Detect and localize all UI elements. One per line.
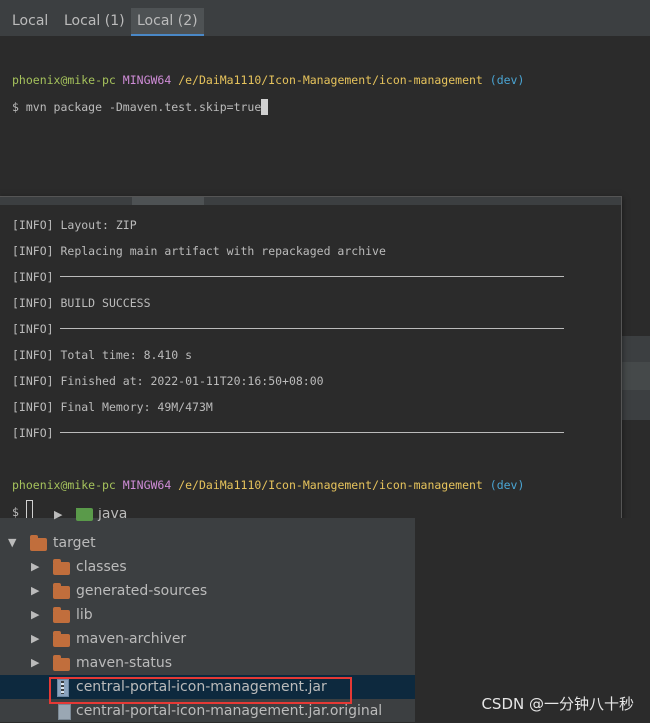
command-prefix: $ bbox=[12, 100, 26, 114]
chevron-right-icon[interactable]: ▶ bbox=[31, 603, 39, 627]
separator-rule bbox=[59, 432, 564, 433]
chevron-down-icon[interactable]: ▼ bbox=[8, 531, 16, 555]
folder-icon bbox=[53, 655, 70, 671]
output-line: [INFO] bbox=[12, 426, 564, 440]
prompt-user: phoenix@mike-pc bbox=[12, 73, 116, 87]
chevron-right-icon[interactable]: ▶ bbox=[31, 555, 39, 579]
terminal-top[interactable]: phoenix@mike-pc MINGW64 /e/DaiMa1110/Ico… bbox=[8, 36, 650, 196]
output-line: [INFO] bbox=[12, 270, 564, 284]
command-line[interactable]: $ mvn package -Dmaven.test.skip=true bbox=[12, 99, 269, 115]
command-text: mvn package -Dmaven.test.skip=true bbox=[25, 100, 262, 114]
text-cursor bbox=[261, 99, 269, 115]
chevron-right-icon[interactable]: ▶ bbox=[31, 579, 39, 603]
tree-item-generated-sources[interactable]: ▶ generated-sources bbox=[0, 579, 415, 603]
folder-icon bbox=[53, 607, 70, 623]
chevron-right-icon[interactable]: ▶ bbox=[31, 651, 39, 675]
overlay-tab-strip bbox=[0, 197, 621, 205]
background-panel-bar bbox=[621, 336, 650, 362]
terminal-tab-bar: Local Local (1) Local (2) bbox=[0, 0, 650, 37]
prompt-branch: (dev) bbox=[489, 73, 525, 87]
overlay-active-tab bbox=[132, 197, 204, 205]
output-line: [INFO] Total time: 8.410 s bbox=[12, 348, 193, 362]
tree-item-lib[interactable]: ▶ lib bbox=[0, 603, 415, 627]
folder-icon bbox=[53, 583, 70, 599]
tree-item-maven-archiver[interactable]: ▶ maven-archiver bbox=[0, 627, 415, 651]
folder-icon bbox=[76, 508, 93, 521]
editor-background bbox=[415, 518, 650, 722]
tab-local[interactable]: Local bbox=[6, 8, 54, 34]
tree-item-target[interactable]: ▼ target bbox=[0, 531, 415, 555]
file-icon bbox=[58, 704, 71, 720]
chevron-right-icon[interactable]: ▶ bbox=[54, 508, 62, 522]
folder-icon bbox=[30, 535, 47, 551]
output-line: [INFO] Finished at: 2022-01-11T20:16:50+… bbox=[12, 374, 324, 388]
background-panel-bar bbox=[621, 390, 650, 420]
background-panel bbox=[621, 420, 650, 518]
tab-local-2[interactable]: Local (2) bbox=[131, 8, 204, 36]
prompt-path: /e/DaiMa1110/Icon-Management/icon-manage… bbox=[178, 73, 483, 87]
background-panel bbox=[621, 196, 650, 336]
separator-rule bbox=[59, 328, 564, 329]
highlight-annotation bbox=[49, 677, 352, 704]
output-line: [INFO] Layout: ZIP bbox=[12, 218, 137, 232]
background-panel-bar bbox=[621, 362, 650, 390]
tree-item-java[interactable]: ▶ java bbox=[0, 508, 415, 522]
output-line: [INFO] BUILD SUCCESS bbox=[12, 296, 151, 310]
prompt-line: phoenix@mike-pc MINGW64 /e/DaiMa1110/Ico… bbox=[12, 73, 524, 87]
terminal-overlay-window[interactable]: [INFO] Layout: ZIP [INFO] Replacing main… bbox=[0, 196, 622, 522]
folder-icon bbox=[53, 631, 70, 647]
separator-rule bbox=[59, 276, 564, 277]
output-line: [INFO] bbox=[12, 322, 564, 336]
tree-item-maven-status[interactable]: ▶ maven-status bbox=[0, 651, 415, 675]
tab-local-1[interactable]: Local (1) bbox=[58, 8, 131, 34]
prompt-host: MINGW64 bbox=[122, 73, 172, 87]
output-line: [INFO] Replacing main artifact with repa… bbox=[12, 244, 386, 258]
tree-item-classes[interactable]: ▶ classes bbox=[0, 555, 415, 579]
chevron-right-icon[interactable]: ▶ bbox=[31, 627, 39, 651]
output-line: [INFO] Final Memory: 49M/473M bbox=[12, 400, 213, 414]
prompt-line: phoenix@mike-pc MINGW64 /e/DaiMa1110/Ico… bbox=[12, 478, 525, 492]
folder-icon bbox=[53, 559, 70, 575]
watermark: CSDN @一分钟八十秒 bbox=[481, 695, 634, 713]
